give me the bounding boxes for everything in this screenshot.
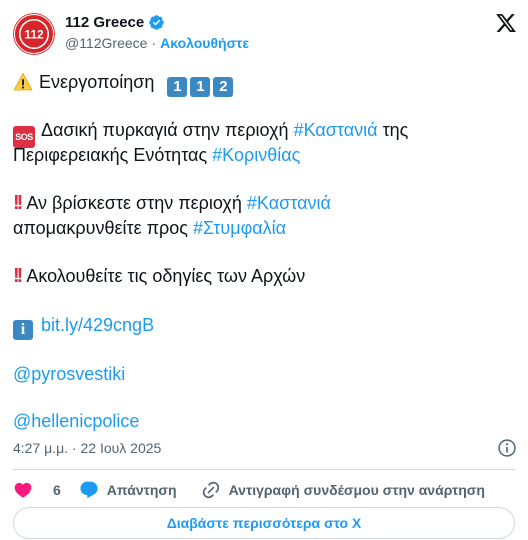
copy-link-label: Αντιγραφή συνδέσμου στην ανάρτηση	[228, 482, 485, 498]
author-handle-row: @112Greece · Ακολουθήστε	[65, 35, 249, 51]
fire-text-after: της	[382, 120, 409, 140]
reply-button[interactable]: Απάντηση	[79, 480, 177, 500]
author-name-row: 112 Greece	[65, 14, 165, 31]
like-count: 6	[53, 482, 61, 498]
x-logo-icon[interactable]	[495, 12, 517, 34]
keycap-1-icon: 1	[167, 77, 188, 97]
read-more-button[interactable]: Διαβάστε περισσότερα στο X	[13, 507, 515, 539]
link-icon	[202, 481, 219, 499]
short-link[interactable]: bit.ly/429cngB	[41, 315, 154, 335]
hashtag-stymfalia[interactable]: #Στυμφαλία	[193, 218, 286, 238]
mention-pyrosvestiki[interactable]: @pyrosvestiki	[13, 364, 125, 384]
tweet-line-activation: Ενεργοποίηση 112	[13, 70, 234, 97]
tweet-line-mention-hellenicpolice: @hellenicpolice	[13, 409, 139, 434]
hashtag-kastania-2[interactable]: #Καστανιά	[247, 193, 331, 213]
evacuate-text: απομακρυνθείτε προς	[13, 218, 188, 238]
double-exclamation-icon: !!	[13, 192, 23, 214]
hashtag-korinthias[interactable]: #Κορινθίας	[212, 145, 300, 165]
follow-button[interactable]: Ακολουθήστε	[160, 35, 249, 51]
tweet-line-mention-pyrosvestiki: @pyrosvestiki	[13, 362, 125, 387]
author-handle[interactable]: @112Greece	[65, 35, 147, 51]
activation-text: Ενεργοποίηση	[39, 72, 155, 92]
heart-icon	[14, 482, 32, 498]
keycap-2-icon: 2	[213, 77, 234, 97]
mention-hellenicpolice[interactable]: @hellenicpolice	[13, 411, 139, 431]
region-text: Περιφερειακής Ενότητας	[13, 145, 208, 165]
tweet-embed-card: 112 112 Greece @112Greece · Ακολουθήστε …	[0, 0, 528, 540]
avatar-text: 112	[24, 28, 44, 42]
handle-separator: ·	[151, 35, 157, 51]
tweet-line-link: i bit.ly/429cngB	[13, 313, 154, 340]
tweet-line-evacuate: απομακρυνθείτε προς #Στυμφαλία	[13, 216, 286, 241]
tweet-line-region: Περιφερειακής Ενότητας #Κορινθίας	[13, 143, 300, 168]
tweet-timestamp[interactable]: 4:27 μ.μ. · 22 Ιουλ 2025	[13, 440, 161, 456]
verified-badge-icon	[149, 15, 165, 30]
reply-bubble-icon	[80, 481, 98, 499]
divider	[13, 469, 515, 470]
tweet-line-follow-instructions: !! Ακολουθείτε τις οδηγίες των Αρχών	[13, 264, 305, 289]
info-circle-icon[interactable]	[497, 438, 517, 458]
tweet-line-if-in-area: !! Αν βρίσκεστε στην περιοχή #Καστανιά	[13, 191, 331, 216]
action-bar: 6 Απάντηση Αντιγραφή συνδέσμου στην ανάρ…	[13, 480, 485, 500]
if-in-area-text: Αν βρίσκεστε στην περιοχή	[26, 193, 242, 213]
keycap-1-icon: 1	[190, 77, 211, 97]
copy-link-button[interactable]: Αντιγραφή συνδέσμου στην ανάρτηση	[201, 480, 485, 500]
warning-icon	[13, 73, 33, 91]
avatar[interactable]: 112	[13, 13, 55, 55]
instructions-text: Ακολουθείτε τις οδηγίες των Αρχών	[26, 266, 306, 286]
info-icon: i	[13, 320, 33, 340]
author-name[interactable]: 112 Greece	[65, 14, 144, 31]
reply-label: Απάντηση	[106, 482, 177, 498]
fire-text: Δασική πυρκαγιά στην περιοχή	[41, 120, 289, 140]
like-button[interactable]: 6	[13, 480, 61, 500]
hashtag-kastania[interactable]: #Καστανιά	[294, 120, 378, 140]
double-exclamation-icon: !!	[13, 265, 23, 287]
